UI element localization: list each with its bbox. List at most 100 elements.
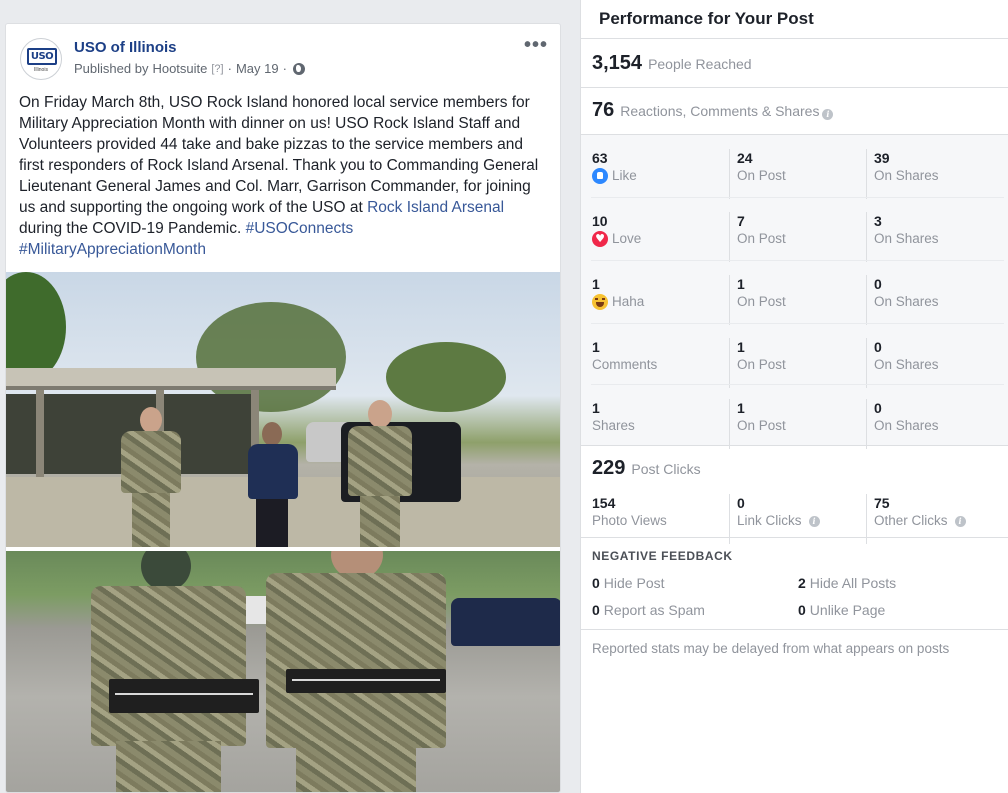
photo-shelter-roof (6, 368, 336, 390)
stat-on-post: 24 On Post (729, 149, 859, 199)
photo-car (451, 598, 560, 646)
people-reached-value: 3,154 (592, 52, 643, 74)
haha-icon (592, 294, 608, 310)
stat-row-comments: 1 Comments 1 On Post 0 On Shares (581, 338, 1008, 400)
post-clicks-value: 229 (592, 457, 626, 479)
photo-soldier (342, 400, 418, 547)
post-meta: Published by Hootsuite [?] · May 19 · (74, 61, 305, 76)
stat-value: 1 (592, 339, 600, 355)
publisher-link[interactable]: Hootsuite (152, 61, 207, 76)
post-card: USO Illinois USO of Illinois Published b… (5, 23, 561, 793)
stat-value: 39 (874, 150, 890, 166)
page-name-link[interactable]: USO of Illinois (74, 39, 177, 56)
stat-label: Hide Post (603, 575, 665, 591)
stat-row-like: 63 Like 24 On Post 39 On Shares (581, 149, 1008, 211)
globe-icon[interactable] (292, 62, 305, 75)
stat-label: On Post (737, 231, 786, 246)
post-photo-1[interactable] (6, 272, 560, 547)
clicks-breakdown: 154 Photo Views 0 Link Clicks i 75 Other … (581, 494, 1008, 556)
stat-label: On Shares (874, 168, 939, 183)
stat-on-shares: 0 On Shares (866, 399, 996, 449)
stat-label: On Shares (874, 418, 939, 433)
post-photo-2[interactable] (6, 551, 560, 792)
info-icon[interactable]: i (808, 515, 820, 527)
divider (591, 260, 1004, 261)
love-icon (592, 231, 608, 247)
divider (581, 629, 1008, 630)
stat-total: 1 Comments (592, 338, 722, 388)
stat-total: 1 Shares (592, 399, 722, 449)
stat-label: On Post (737, 418, 786, 433)
stat-label: Love (592, 230, 722, 248)
stat-value: 0 (874, 339, 882, 355)
stat-value: 3 (874, 213, 882, 229)
stat-value: 24 (737, 150, 753, 166)
people-reached-label: People Reached (648, 56, 752, 72)
stat-value: 154 (592, 495, 616, 511)
publisher-help[interactable]: [?] (211, 63, 223, 75)
hashtag-usoconnects[interactable]: #USOConnects (246, 220, 354, 237)
unlike-page-stat: 0 Unlike Page (798, 602, 885, 618)
divider (591, 384, 1004, 385)
post-date-link[interactable]: May 19 (236, 61, 279, 76)
stat-value: 63 (592, 150, 608, 166)
stat-on-shares: 3 On Shares (866, 212, 996, 262)
performance-panel: Performance for Your Post 3,154 People R… (580, 0, 1008, 793)
post-text-part1: On Friday March 8th, USO Rock Island hon… (19, 94, 539, 216)
hide-all-posts-stat: 2 Hide All Posts (798, 575, 896, 591)
stat-label-text: Like (612, 168, 637, 183)
photo-soldier (116, 407, 186, 547)
stat-label: Shares (592, 418, 635, 433)
stat-value: 0 (874, 276, 882, 292)
hide-post-stat: 0 Hide Post (592, 575, 665, 591)
stat-value: 2 (798, 575, 806, 591)
performance-title: Performance for Your Post (599, 9, 814, 28)
rock-island-arsenal-link[interactable]: Rock Island Arsenal (367, 199, 504, 216)
stat-label: On Shares (874, 231, 939, 246)
stat-value: 1 (592, 276, 600, 292)
engagement-breakdown: 63 Like 24 On Post 39 On Shares 10 Love … (581, 135, 1008, 449)
photo-volunteer (242, 422, 304, 547)
stat-value: 10 (592, 213, 608, 229)
report-spam-stat: 0 Report as Spam (592, 602, 705, 618)
stat-value: 0 (737, 495, 745, 511)
stat-label: Unlike Page (809, 602, 886, 618)
pizza-box (109, 679, 259, 713)
stat-label: Haha (592, 293, 722, 311)
engagement-label: Reactions, Comments & Shares i (620, 103, 834, 120)
stat-label: On Post (737, 357, 786, 372)
stat-value: 1 (737, 276, 745, 292)
stat-value: 0 (592, 602, 600, 618)
stats-delay-note: Reported stats may be delayed from what … (592, 641, 950, 656)
meta-separator: · (282, 61, 287, 76)
hashtag-military-appreciation[interactable]: #MilitaryAppreciationMonth (19, 241, 206, 258)
engagement-summary: 76 Reactions, Comments & Shares i (592, 99, 834, 122)
stat-label-text: Other Clicks (874, 513, 948, 528)
page-avatar[interactable]: USO Illinois (20, 38, 62, 80)
stat-label: On Post (737, 168, 786, 183)
divider (581, 445, 1008, 446)
like-icon (592, 168, 608, 184)
post-text-part2: during the COVID-19 Pandemic. (19, 220, 246, 237)
stat-label-text: Love (612, 231, 642, 246)
stat-on-shares: 39 On Shares (866, 149, 996, 199)
uso-logo-subtext: Illinois (34, 67, 48, 73)
post-clicks: 229 Post Clicks (592, 457, 701, 480)
stat-label: Hide All Posts (809, 575, 897, 591)
divider (581, 537, 1008, 538)
stat-value: 1 (737, 400, 745, 416)
info-icon[interactable]: i (822, 109, 834, 120)
post-message: On Friday March 8th, USO Rock Island hon… (19, 92, 551, 260)
info-icon[interactable]: i (954, 515, 966, 527)
stat-label: On Post (737, 294, 786, 309)
stat-value: 0 (874, 400, 882, 416)
stat-value: 0 (798, 602, 806, 618)
published-by-label: Published by (74, 61, 149, 76)
post-header: USO Illinois USO of Illinois Published b… (20, 35, 548, 84)
stat-on-post: 1 On Post (729, 338, 859, 388)
stat-label: Photo Views (592, 513, 667, 528)
more-options-button[interactable]: ••• (524, 35, 548, 55)
people-reached: 3,154 People Reached (592, 52, 752, 75)
stat-label: Like (592, 167, 722, 185)
photo-soldier (86, 551, 251, 792)
